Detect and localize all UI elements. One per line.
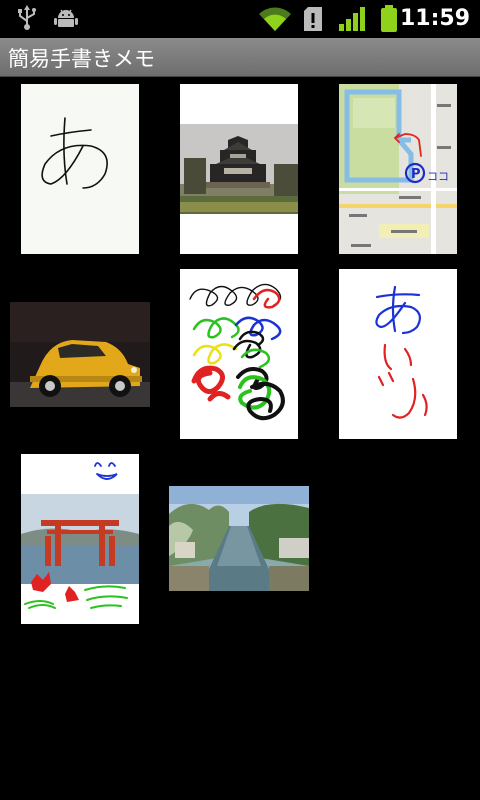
android-debug-icon [54, 9, 78, 27]
memo-thumbnail[interactable] [21, 84, 139, 254]
torii-photo [21, 462, 139, 609]
map-sketch: P ココ [339, 84, 457, 254]
status-bar: 11:59 [0, 0, 480, 38]
clock: 11:59 [399, 6, 470, 31]
title-bar: 簡易手書きメモ [0, 38, 480, 77]
memo-thumbnail[interactable]: P ココ [339, 84, 457, 254]
taxi-photo [10, 302, 150, 407]
memo-thumbnail[interactable] [21, 454, 139, 624]
usb-icon [18, 5, 36, 30]
app-title: 簡易手書きメモ [8, 47, 155, 71]
canal-photo [169, 486, 309, 591]
castle-photo [180, 124, 298, 214]
memo-thumbnail[interactable] [180, 84, 298, 254]
memo-thumbnail[interactable] [10, 302, 150, 407]
battery-icon [381, 5, 397, 32]
map-here-label: ココ [427, 170, 449, 183]
signal-icon [339, 7, 365, 31]
handwriting-sketch [41, 117, 108, 189]
memo-thumbnail[interactable] [180, 269, 298, 439]
sd-card-alert-icon [304, 7, 322, 31]
wifi-icon [259, 7, 291, 31]
memo-thumbnail[interactable] [339, 269, 457, 439]
handwriting-sketch [375, 285, 428, 419]
map-parking-label: P [411, 167, 421, 182]
memo-thumbnail[interactable] [169, 486, 309, 591]
scribble-sketch [189, 283, 285, 421]
